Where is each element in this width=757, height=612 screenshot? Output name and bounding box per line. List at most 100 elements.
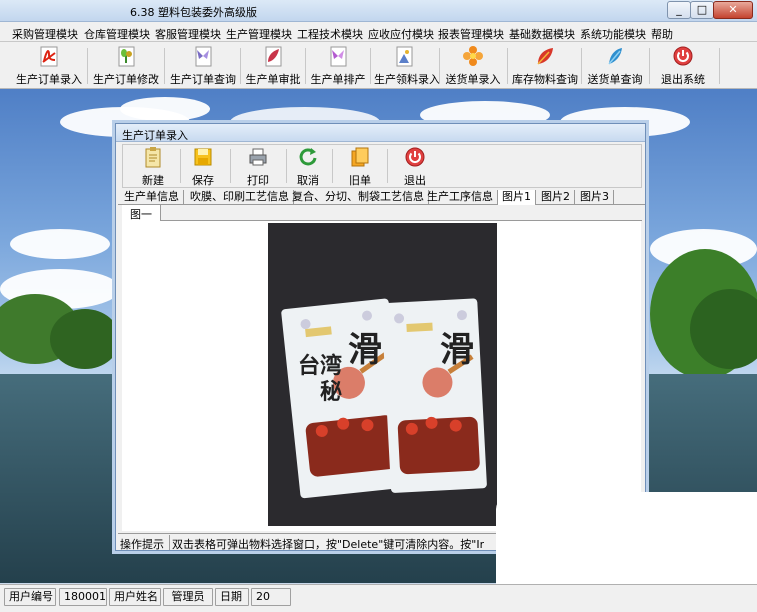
exit-icon bbox=[673, 46, 693, 66]
pdf-document-icon bbox=[40, 46, 58, 67]
leaf-document-icon bbox=[265, 46, 282, 67]
bag-text-hua-left: 滑 bbox=[348, 330, 382, 370]
production-order-entry-button[interactable]: 生产订单录入 bbox=[14, 45, 84, 87]
tab-blowing-printing[interactable]: 吹膜、印刷工艺信息 bbox=[186, 190, 294, 205]
toolbar-label: 生产订单查询 bbox=[170, 73, 236, 86]
title-bar: 6.38 塑料包装委外高级版 _ □ ✕ bbox=[0, 0, 757, 22]
tab-picture-3[interactable]: 图片3 bbox=[576, 190, 614, 205]
material-requisition-entry-button[interactable]: 生产领料录入 bbox=[374, 45, 440, 87]
cancel-button[interactable]: 取消 bbox=[284, 146, 332, 187]
production-order-query-button[interactable]: 生产订单查询 bbox=[168, 45, 238, 87]
menu-production[interactable]: 生产管理模块 bbox=[226, 26, 292, 42]
menu-help[interactable]: 帮助 bbox=[651, 26, 673, 42]
child-toolbar-label: 保存 bbox=[192, 174, 214, 187]
toolbar-label: 送货单查询 bbox=[587, 73, 643, 86]
production-scheduling-button[interactable]: 生产单排产 bbox=[309, 45, 367, 87]
bag-text-hua-right: 滑 bbox=[440, 330, 474, 370]
minimize-button[interactable]: _ bbox=[667, 1, 691, 19]
maximize-button[interactable]: □ bbox=[690, 1, 714, 19]
child-toolbar-label: 退出 bbox=[404, 174, 426, 187]
menu-base-data[interactable]: 基础数据模块 bbox=[509, 26, 575, 42]
hint-text: 双击表格可弹出物料选择窗口，按"Delete"键可清除内容。按"Insert"键 bbox=[172, 538, 484, 551]
save-button[interactable]: 保存 bbox=[179, 146, 227, 187]
close-button[interactable]: ✕ bbox=[713, 1, 753, 19]
toolbar-separator bbox=[332, 149, 333, 183]
floppy-disk-icon bbox=[194, 148, 212, 166]
user-id-label: 用户编号 bbox=[4, 588, 56, 606]
user-name-label: 用户姓名 bbox=[109, 588, 161, 606]
status-bar: 用户编号 180001 用户姓名 管理员 日期 20 bbox=[0, 584, 757, 612]
child-toolbar-label: 旧单 bbox=[349, 174, 371, 187]
tab-picture-2[interactable]: 图片2 bbox=[537, 190, 575, 205]
clipboard-icon bbox=[145, 147, 161, 168]
toolbar-label: 生产领料录入 bbox=[374, 73, 440, 86]
exit-icon bbox=[405, 147, 425, 167]
cancel-arrow-icon bbox=[299, 148, 317, 166]
old-documents-icon bbox=[351, 147, 369, 167]
tab-strip: 生产单信息 吹膜、印刷工艺信息 复合、分切、制袋工艺信息 生产工序信息 图片1 … bbox=[118, 190, 645, 205]
user-name-value: 管理员 bbox=[163, 588, 213, 606]
child-toolbar-label: 取消 bbox=[297, 174, 319, 187]
production-order-approve-button[interactable]: 生产单审批 bbox=[244, 45, 302, 87]
packaging-bags-illustration: 台湾 秘 滑 滑 bbox=[268, 223, 497, 526]
toolbar-label: 生产订单修改 bbox=[93, 73, 159, 86]
toolbar-separator bbox=[439, 48, 440, 84]
main-toolbar: 生产订单录入 生产订单修改 生产订单查询 生产单审批 生产单排产 生产领料录入 … bbox=[0, 42, 757, 89]
subtab-figure-1[interactable]: 图一 bbox=[122, 205, 161, 221]
toolbar-separator bbox=[649, 48, 650, 84]
product-photo: 台湾 秘 滑 滑 bbox=[268, 223, 497, 526]
menu-customer-service[interactable]: 客服管理模块 bbox=[155, 26, 221, 42]
toolbar-separator bbox=[370, 48, 371, 84]
production-order-window: 生产订单录入 新建 保存 打印 取消 旧单 退出 生产单信息 吹膜、印刷工艺信息… bbox=[115, 123, 646, 551]
toolbar-label: 生产单审批 bbox=[245, 73, 301, 86]
date-label: 日期 bbox=[215, 588, 249, 606]
hint-separator bbox=[169, 535, 170, 550]
tab-order-info[interactable]: 生产单信息 bbox=[120, 190, 184, 205]
child-window-title: 生产订单录入 bbox=[122, 129, 188, 142]
feather-icon bbox=[608, 48, 622, 65]
toolbar-separator bbox=[719, 48, 720, 84]
toolbar-separator bbox=[164, 48, 165, 84]
menu-engineering[interactable]: 工程技术模块 bbox=[297, 26, 363, 42]
new-button[interactable]: 新建 bbox=[129, 146, 177, 187]
tab-process-info[interactable]: 生产工序信息 bbox=[423, 190, 498, 205]
toolbar-label: 退出系统 bbox=[661, 73, 705, 86]
production-order-edit-button[interactable]: 生产订单修改 bbox=[91, 45, 161, 87]
toolbar-label: 送货单录入 bbox=[445, 73, 501, 86]
child-toolbar-label: 新建 bbox=[142, 174, 164, 187]
bag-text-mi: 秘 bbox=[320, 379, 342, 405]
old-orders-button[interactable]: 旧单 bbox=[336, 146, 384, 187]
tab-compound-cutting-bagmaking[interactable]: 复合、分切、制袋工艺信息 bbox=[288, 190, 429, 205]
toolbar-separator bbox=[305, 48, 306, 84]
image-pane[interactable]: 台湾 秘 滑 滑 bbox=[122, 221, 641, 531]
sub-tab-strip: 图一 bbox=[122, 205, 642, 221]
toolbar-separator bbox=[581, 48, 582, 84]
child-toolbar-label: 打印 bbox=[247, 174, 269, 187]
toolbar-separator bbox=[240, 48, 241, 84]
menu-reports[interactable]: 报表管理模块 bbox=[438, 26, 504, 42]
menu-system[interactable]: 系统功能模块 bbox=[580, 26, 646, 42]
bag-text-taiwan: 台湾 bbox=[298, 353, 342, 379]
menu-warehouse[interactable]: 仓库管理模块 bbox=[84, 26, 150, 42]
toolbar-label: 生产订单录入 bbox=[16, 73, 82, 86]
toolbar-separator bbox=[87, 48, 88, 84]
print-button[interactable]: 打印 bbox=[234, 146, 282, 187]
delivery-note-query-button[interactable]: 送货单查询 bbox=[585, 45, 645, 87]
window-title: 6.38 塑料包装委外高级版 bbox=[130, 6, 257, 19]
toolbar-separator bbox=[387, 149, 388, 183]
butterfly-document-icon bbox=[195, 46, 212, 67]
menu-bar: 采购管理模块 仓库管理模块 客服管理模块 生产管理模块 工程技术模块 应收应付模… bbox=[0, 22, 757, 42]
butterfly-document-icon bbox=[330, 46, 347, 67]
menu-purchasing[interactable]: 采购管理模块 bbox=[12, 26, 78, 42]
child-toolbar: 新建 保存 打印 取消 旧单 退出 bbox=[122, 144, 642, 188]
toolbar-label: 库存物料查询 bbox=[512, 73, 578, 86]
inventory-query-button[interactable]: 库存物料查询 bbox=[511, 45, 579, 87]
menu-receivables[interactable]: 应收应付模块 bbox=[368, 26, 434, 42]
child-title-bar: 生产订单录入 bbox=[116, 124, 645, 142]
exit-system-button[interactable]: 退出系统 bbox=[655, 45, 711, 87]
child-exit-button[interactable]: 退出 bbox=[391, 146, 439, 187]
toolbar-separator bbox=[230, 149, 231, 183]
toolbar-separator bbox=[507, 48, 508, 84]
tab-picture-1[interactable]: 图片1 bbox=[498, 190, 536, 205]
delivery-note-entry-button[interactable]: 送货单录入 bbox=[443, 45, 503, 87]
